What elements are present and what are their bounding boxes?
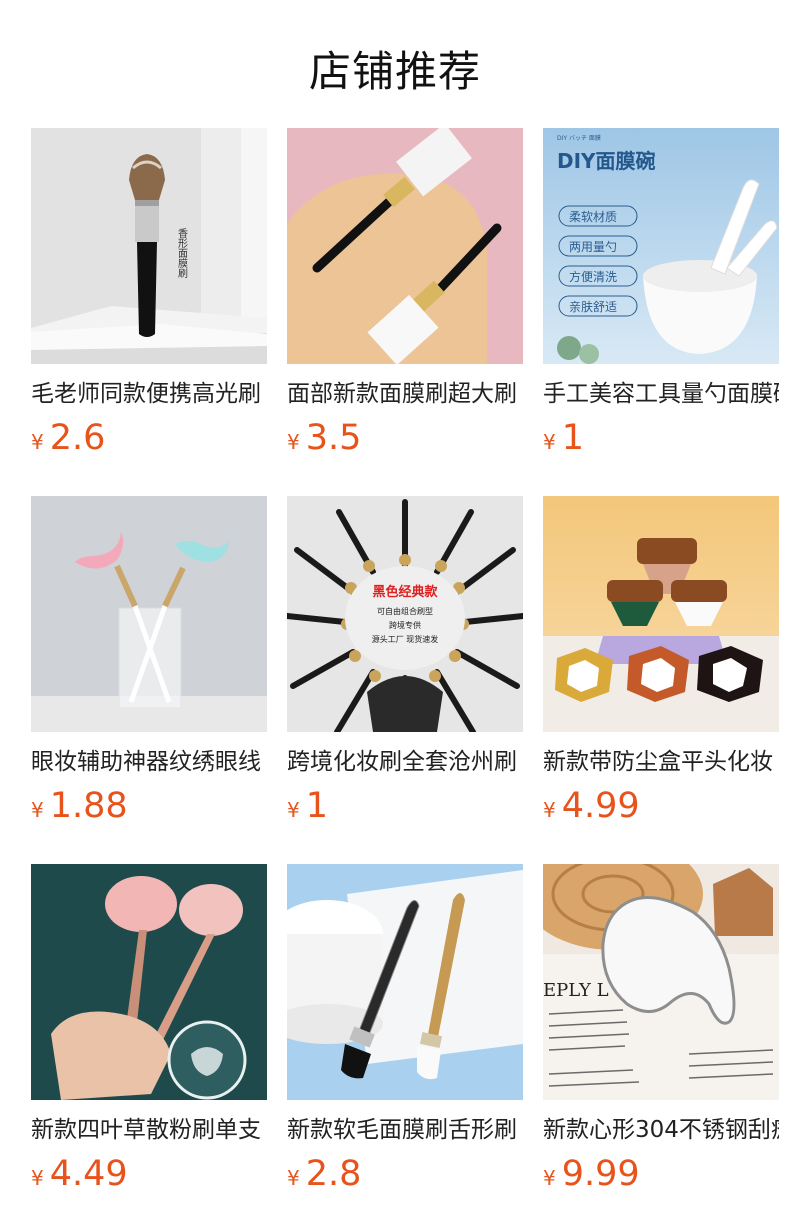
product-name: 新款四叶草散粉刷单支	[31, 1117, 261, 1143]
product-card[interactable]: 面部新款面膜刷超大刷 ¥3.5	[287, 128, 523, 464]
product-price: ¥1	[543, 418, 779, 464]
gua-sha-image: EPLY L	[543, 864, 779, 1100]
product-card[interactable]: EPLY L 新款心形304不锈钢刮痧板 ¥9.99	[543, 864, 779, 1200]
product-price: ¥2.6	[31, 418, 267, 464]
product-name: 新款带防尘盒平头化妆	[543, 749, 773, 775]
face-brush-image: 香形面膜刷	[31, 128, 267, 364]
product-name: 新款心形304不锈钢刮痧板	[543, 1117, 779, 1143]
product-name: 新款软毛面膜刷舌形刷	[287, 1117, 517, 1143]
price-value: 4.49	[49, 1154, 128, 1194]
image-tag: 柔软材质	[569, 210, 617, 224]
currency-symbol: ¥	[287, 430, 300, 454]
product-card[interactable]: 眼妆辅助神器纹绣眼线 ¥1.88	[31, 496, 267, 832]
image-tag: 两用量勺	[569, 240, 617, 254]
soft-mask-brush-image	[287, 864, 523, 1100]
product-price: ¥1	[287, 786, 523, 832]
product-card[interactable]: 新款四叶草散粉刷单支 ¥4.49	[31, 864, 267, 1200]
product-card[interactable]: 新款带防尘盒平头化妆 ¥4.99	[543, 496, 779, 832]
product-price: ¥1.88	[31, 786, 267, 832]
image-text: 跨境专供	[389, 620, 421, 630]
product-card[interactable]: 香形面膜刷 毛老师同款便携高光刷 ¥2.6	[31, 128, 267, 464]
powder-brush-image	[31, 864, 267, 1100]
section-title: 店铺推荐	[308, 47, 481, 96]
image-text: 可自由组合刷型	[377, 606, 433, 616]
kabuki-brushes-image	[543, 496, 779, 732]
product-name: 面部新款面膜刷超大刷	[287, 381, 517, 407]
product-price: ¥4.49	[31, 1154, 267, 1200]
currency-symbol: ¥	[31, 798, 44, 822]
product-name: 眼妆辅助神器纹绣眼线	[31, 749, 261, 775]
product-price: ¥3.5	[287, 418, 523, 464]
price-value: 1	[561, 418, 585, 458]
moon-brushes-image	[31, 496, 267, 732]
currency-symbol: ¥	[543, 798, 556, 822]
image-caption: 香形面膜刷	[176, 228, 188, 278]
price-value: 9.99	[561, 1154, 640, 1194]
image-text: 源头工厂 现货速发	[372, 634, 439, 644]
price-value: 3.5	[305, 418, 362, 458]
mask-brushes-image	[287, 128, 523, 364]
image-text: 黑色经典款	[372, 584, 438, 600]
currency-symbol: ¥	[287, 798, 300, 822]
currency-symbol: ¥	[543, 1166, 556, 1190]
product-card[interactable]: DIY バッチ 面膜 DIY面膜碗 柔软材质 两用量勺 方便清洗 亲肤舒适 手工…	[543, 128, 779, 464]
product-name: 手工美容工具量勺面膜碗	[543, 381, 779, 407]
currency-symbol: ¥	[31, 430, 44, 454]
product-card[interactable]: 黑色经典款 可自由组合刷型 跨境专供 源头工厂 现货速发 跨境化妆刷全套沧州刷 …	[287, 496, 523, 832]
product-price: ¥2.8	[287, 1154, 523, 1200]
image-tag: 亲肤舒适	[569, 299, 617, 314]
image-tag: 方便清洗	[569, 269, 617, 284]
product-price: ¥4.99	[543, 786, 779, 832]
price-value: 1.88	[49, 786, 128, 826]
currency-symbol: ¥	[31, 1166, 44, 1190]
brush-set-image: 黑色经典款 可自由组合刷型 跨境专供 源头工厂 现货速发	[287, 496, 523, 732]
product-price: ¥9.99	[543, 1154, 779, 1200]
image-top-text: DIY バッチ 面膜	[557, 134, 601, 142]
diy-mask-bowl-image: DIY バッチ 面膜 DIY面膜碗 柔软材质 两用量勺 方便清洗 亲肤舒适	[543, 128, 779, 364]
price-value: 4.99	[561, 786, 640, 826]
price-value: 2.6	[49, 418, 106, 458]
product-name: 跨境化妆刷全套沧州刷	[287, 749, 517, 775]
product-card[interactable]: 新款软毛面膜刷舌形刷 ¥2.8	[287, 864, 523, 1200]
price-value: 2.8	[305, 1154, 362, 1194]
price-value: 1	[305, 786, 329, 826]
currency-symbol: ¥	[287, 1166, 300, 1190]
image-text: EPLY L	[543, 980, 609, 1001]
currency-symbol: ¥	[543, 430, 556, 454]
image-heading: DIY面膜碗	[557, 149, 656, 173]
product-name: 毛老师同款便携高光刷	[31, 381, 261, 407]
